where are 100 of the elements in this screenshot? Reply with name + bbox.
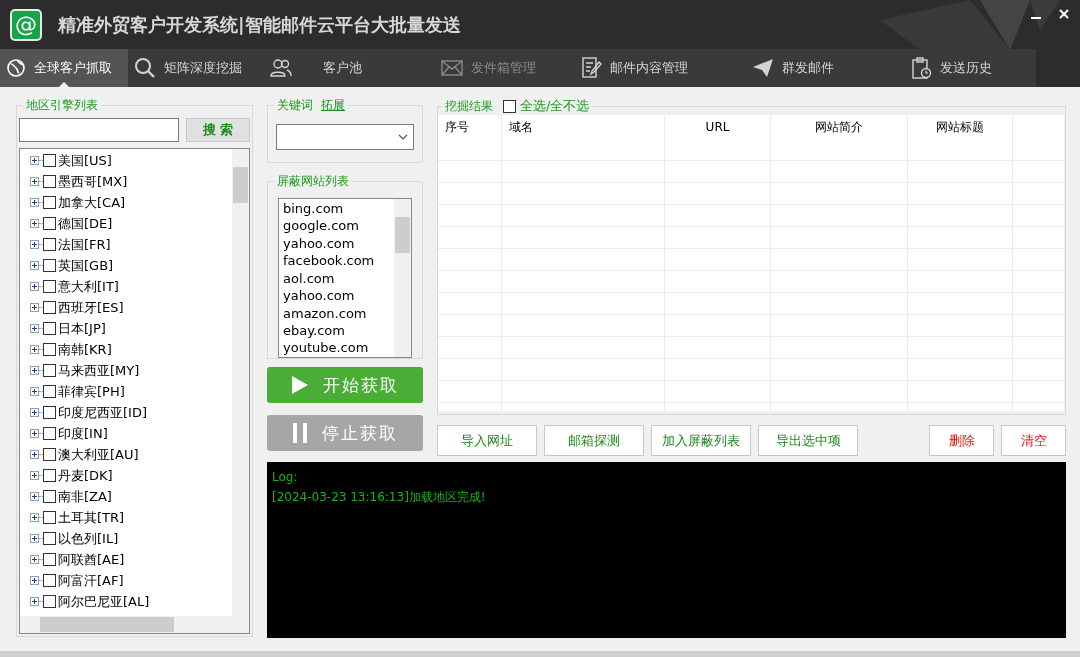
list-item[interactable]: facebook.com	[283, 252, 390, 270]
action-button[interactable]: 导入网址	[437, 425, 537, 457]
nav-tab[interactable]: 邮件内容管理	[576, 49, 746, 88]
expand-icon[interactable]	[30, 534, 39, 544]
scrollbar[interactable]	[20, 616, 249, 634]
checkbox[interactable]	[43, 238, 56, 252]
tree-item[interactable]: 印度尼西亚[ID]	[58, 403, 147, 422]
nav-tab[interactable]: 群发邮件	[746, 49, 906, 88]
tree-item[interactable]: 以色列[IL]	[58, 529, 119, 548]
checkbox[interactable]	[43, 574, 56, 588]
column-header[interactable]: 网站简介	[771, 115, 907, 140]
checkbox[interactable]	[43, 280, 56, 294]
action-button[interactable]: 清空	[1001, 425, 1066, 457]
nav-tab[interactable]: 矩阵深度挖掘	[128, 49, 251, 88]
checkbox[interactable]	[43, 175, 56, 189]
tree-item[interactable]: 丹麦[DK]	[58, 466, 113, 485]
checkbox[interactable]	[503, 99, 516, 113]
column-header[interactable]: 域名	[502, 115, 664, 140]
expand-icon[interactable]	[30, 303, 39, 313]
expand-icon[interactable]	[30, 555, 39, 565]
list-item[interactable]: yahoo.com	[283, 234, 390, 253]
list-item[interactable]: youtube.com	[283, 339, 390, 357]
list-item[interactable]: bing.com	[283, 200, 390, 218]
list-item[interactable]: yahoo.com	[283, 287, 390, 305]
expand-icon[interactable]	[30, 450, 39, 460]
checkbox[interactable]	[43, 490, 56, 504]
tree-item[interactable]: 南韩[KR]	[58, 340, 112, 359]
list-item[interactable]: google.com	[283, 217, 390, 235]
checkbox[interactable]	[43, 343, 56, 357]
tree-item[interactable]: 加拿大[CA]	[58, 193, 126, 212]
tree-item[interactable]: 德国[DE]	[58, 214, 113, 233]
expand-icon[interactable]	[30, 408, 39, 418]
action-button[interactable]: 邮箱探测	[544, 425, 644, 457]
action-button[interactable]: 导出选中项	[758, 425, 858, 457]
expand-icon[interactable]	[30, 366, 39, 376]
scrollbar[interactable]	[232, 149, 249, 617]
tree-item[interactable]: 日本[JP]	[58, 319, 106, 338]
column-header[interactable]: URL	[665, 115, 770, 140]
checkbox[interactable]	[43, 322, 56, 336]
checkbox[interactable]	[43, 427, 56, 441]
checkbox[interactable]	[43, 259, 56, 273]
tree-item[interactable]: 西班牙[ES]	[58, 298, 124, 317]
list-item[interactable]: ebay.com	[283, 321, 390, 340]
column-header[interactable]: 网站标题	[908, 115, 1012, 140]
nav-tab[interactable]: 发送历史	[906, 49, 1036, 88]
checkbox[interactable]	[43, 364, 56, 378]
tree-item[interactable]: 阿尔巴尼亚[AL]	[58, 592, 150, 611]
checkbox[interactable]	[43, 532, 56, 546]
checkbox[interactable]	[43, 196, 56, 210]
column-header[interactable]: 序号	[438, 115, 501, 140]
search-field[interactable]	[19, 118, 179, 143]
expand-icon[interactable]	[30, 282, 39, 292]
expand-icon[interactable]	[30, 513, 39, 523]
nav-tab[interactable]: 客户池	[251, 49, 421, 88]
tree-item[interactable]: 美国[US]	[58, 151, 112, 170]
checkbox[interactable]	[43, 553, 56, 567]
checkbox[interactable]	[43, 469, 56, 483]
expand-icon[interactable]	[30, 597, 39, 607]
keyword-dropdown[interactable]	[276, 124, 414, 151]
checkbox[interactable]	[43, 154, 56, 168]
expand-icon[interactable]	[30, 198, 39, 208]
expand-icon[interactable]	[30, 240, 39, 250]
expand-icon[interactable]	[30, 177, 39, 187]
tree-item[interactable]: 阿联酋[AE]	[58, 550, 125, 569]
expand-icon[interactable]	[30, 345, 39, 355]
tree-item[interactable]: 法国[FR]	[58, 235, 111, 254]
checkbox[interactable]	[43, 217, 56, 231]
tree-item[interactable]: 阿富汗[AF]	[58, 571, 124, 590]
tree-item[interactable]: 英国[GB]	[58, 256, 114, 275]
tree-item[interactable]: 澳大利亚[AU]	[58, 445, 139, 464]
list-item[interactable]: amazon.com	[283, 304, 390, 322]
tree-item[interactable]: 菲律宾[PH]	[58, 382, 125, 401]
action-button[interactable]: 删除	[929, 425, 994, 457]
list-item[interactable]: aol.com	[283, 269, 390, 288]
checkbox[interactable]	[43, 385, 56, 399]
expand-link[interactable]: 拓展	[321, 97, 345, 115]
tree-item[interactable]: 马来西亚[MY]	[58, 361, 140, 380]
expand-icon[interactable]	[30, 576, 39, 586]
expand-icon[interactable]	[30, 324, 39, 334]
expand-icon[interactable]	[30, 492, 39, 502]
tree-item[interactable]: 印度[IN]	[58, 424, 108, 443]
checkbox[interactable]	[43, 406, 56, 420]
checkbox[interactable]	[43, 595, 56, 609]
scrollbar[interactable]	[394, 199, 411, 358]
expand-icon[interactable]	[30, 387, 39, 397]
expand-icon[interactable]	[30, 429, 39, 439]
checkbox[interactable]	[43, 448, 56, 462]
nav-tab[interactable]: 全球客户抓取	[0, 49, 128, 88]
expand-icon[interactable]	[30, 156, 39, 166]
action-button[interactable]: 加入屏蔽列表	[651, 425, 751, 457]
expand-icon[interactable]	[30, 261, 39, 271]
tree-item[interactable]: 墨西哥[MX]	[58, 172, 128, 191]
expand-icon[interactable]	[30, 219, 39, 229]
close-icon[interactable]	[1058, 8, 1070, 20]
tree-item[interactable]: 意大利[IT]	[58, 277, 119, 296]
expand-icon[interactable]	[30, 471, 39, 481]
checkbox[interactable]	[43, 301, 56, 315]
checkbox[interactable]	[43, 511, 56, 525]
tree-item[interactable]: 南非[ZA]	[58, 487, 112, 506]
tree-item[interactable]: 土耳其[TR]	[58, 508, 125, 527]
